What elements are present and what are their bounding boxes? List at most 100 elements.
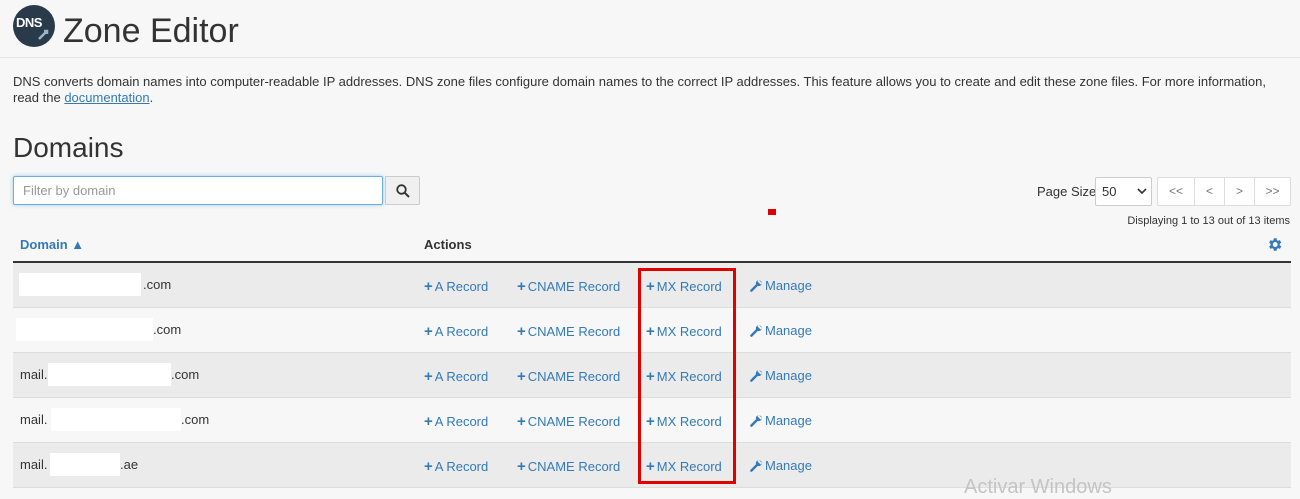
mx-record-label: MX Record bbox=[656, 459, 722, 474]
domain-suffix: .com bbox=[143, 277, 172, 292]
plus-icon: + bbox=[517, 278, 526, 295]
manage-label: Manage bbox=[765, 413, 812, 428]
add-a-record-link[interactable]: + A Record bbox=[424, 323, 488, 340]
redacted-domain bbox=[51, 408, 181, 431]
plus-icon: + bbox=[424, 368, 433, 385]
cname-record-label: CNAME Record bbox=[527, 369, 621, 384]
description-text: DNS converts domain names into computer-… bbox=[13, 74, 1266, 105]
add-cname-record-link[interactable]: + CNAME Record bbox=[517, 368, 620, 385]
redacted-domain bbox=[19, 273, 141, 296]
domain-suffix: .com bbox=[181, 412, 210, 427]
page-size-select[interactable]: 50 bbox=[1095, 177, 1152, 206]
plus-icon: + bbox=[517, 458, 526, 475]
plus-icon: + bbox=[424, 413, 433, 430]
manage-label: Manage bbox=[765, 278, 812, 293]
add-cname-record-link[interactable]: + CNAME Record bbox=[517, 323, 620, 340]
wrench-icon bbox=[750, 414, 763, 427]
table-row: mail. .com + A Record + CNAME Record + MX R… bbox=[13, 353, 1291, 398]
plus-icon: + bbox=[424, 458, 433, 475]
manage-link[interactable]: Manage bbox=[750, 458, 812, 473]
page-size-value: 50 bbox=[1102, 184, 1117, 199]
add-mx-record-link[interactable]: + MX Record bbox=[646, 413, 722, 430]
plus-icon: + bbox=[517, 413, 526, 430]
manage-label: Manage bbox=[765, 368, 812, 383]
domains-heading: Domains bbox=[13, 132, 124, 163]
a-record-label: A Record bbox=[434, 459, 489, 474]
domain-prefix: mail. bbox=[20, 367, 48, 382]
domain-prefix: mail. bbox=[20, 457, 48, 472]
red-marker bbox=[768, 209, 776, 215]
domain-prefix: mail. bbox=[20, 412, 48, 427]
wrench-icon bbox=[750, 279, 763, 292]
search-icon bbox=[396, 184, 410, 198]
a-record-label: A Record bbox=[434, 369, 489, 384]
add-a-record-link[interactable]: + A Record bbox=[424, 368, 488, 385]
chevron-down-icon bbox=[1137, 188, 1147, 195]
wrench-icon bbox=[750, 324, 763, 337]
page-header: DNS Zone Editor bbox=[0, 0, 1300, 58]
a-record-label: A Record bbox=[434, 414, 489, 429]
plus-icon: + bbox=[646, 368, 655, 385]
wrench-icon bbox=[750, 369, 763, 382]
wrench-icon bbox=[750, 459, 763, 472]
redacted-domain bbox=[50, 453, 120, 476]
a-record-label: A Record bbox=[434, 324, 489, 339]
page-description: DNS converts domain names into computer-… bbox=[13, 74, 1288, 106]
description-end: . bbox=[149, 90, 154, 105]
page-title: Zone Editor bbox=[63, 12, 239, 50]
table-row: .com + A Record + CNAME Record + MX Record … bbox=[13, 308, 1291, 353]
cname-record-label: CNAME Record bbox=[527, 279, 621, 294]
column-header-actions: Actions bbox=[424, 237, 472, 252]
plus-icon: + bbox=[646, 458, 655, 475]
redacted-domain bbox=[16, 318, 153, 341]
plus-icon: + bbox=[646, 413, 655, 430]
mx-record-label: MX Record bbox=[656, 324, 722, 339]
page-size-label: Page Size bbox=[1037, 184, 1097, 199]
domain-suffix: .com bbox=[153, 322, 182, 337]
mx-record-label: MX Record bbox=[656, 414, 722, 429]
a-record-label: A Record bbox=[434, 279, 489, 294]
manage-label: Manage bbox=[765, 323, 812, 338]
table-row: .com + A Record + CNAME Record + MX Record … bbox=[13, 263, 1291, 308]
mx-record-label: MX Record bbox=[656, 279, 722, 294]
add-mx-record-link[interactable]: + MX Record bbox=[646, 368, 722, 385]
add-mx-record-link[interactable]: + MX Record bbox=[646, 458, 722, 475]
first-page-button[interactable]: << bbox=[1157, 177, 1195, 206]
domain-suffix: .com bbox=[171, 367, 200, 382]
add-cname-record-link[interactable]: + CNAME Record bbox=[517, 458, 620, 475]
redacted-domain bbox=[48, 363, 171, 386]
add-mx-record-link[interactable]: + MX Record bbox=[646, 323, 722, 340]
column-header-domain[interactable]: Domain ▲ bbox=[20, 237, 84, 252]
plus-icon: + bbox=[646, 323, 655, 340]
mx-record-label: MX Record bbox=[656, 369, 722, 384]
plus-icon: + bbox=[646, 278, 655, 295]
add-a-record-link[interactable]: + A Record bbox=[424, 278, 488, 295]
manage-link[interactable]: Manage bbox=[750, 278, 812, 293]
cname-record-label: CNAME Record bbox=[527, 324, 621, 339]
search-button[interactable] bbox=[385, 176, 420, 205]
table-row: mail. .com + A Record + CNAME Record + MX R… bbox=[13, 398, 1291, 443]
add-cname-record-link[interactable]: + CNAME Record bbox=[517, 413, 620, 430]
add-cname-record-link[interactable]: + CNAME Record bbox=[517, 278, 620, 295]
next-page-button[interactable]: > bbox=[1224, 177, 1255, 206]
gear-icon[interactable] bbox=[1266, 236, 1283, 253]
plus-icon: + bbox=[424, 323, 433, 340]
manage-link[interactable]: Manage bbox=[750, 323, 812, 338]
plus-icon: + bbox=[424, 278, 433, 295]
add-mx-record-link[interactable]: + MX Record bbox=[646, 278, 722, 295]
prev-page-button[interactable]: < bbox=[1194, 177, 1225, 206]
domain-suffix: .ae bbox=[120, 457, 139, 472]
cname-record-label: CNAME Record bbox=[527, 459, 621, 474]
last-page-button[interactable]: >> bbox=[1254, 177, 1291, 206]
manage-link[interactable]: Manage bbox=[750, 413, 812, 428]
add-a-record-link[interactable]: + A Record bbox=[424, 413, 488, 430]
manage-link[interactable]: Manage bbox=[750, 368, 812, 383]
plus-icon: + bbox=[517, 368, 526, 385]
manage-label: Manage bbox=[765, 458, 812, 473]
add-a-record-link[interactable]: + A Record bbox=[424, 458, 488, 475]
documentation-link[interactable]: documentation bbox=[64, 90, 149, 105]
cname-record-label: CNAME Record bbox=[527, 414, 621, 429]
plus-icon: + bbox=[517, 323, 526, 340]
filter-domain-input[interactable] bbox=[13, 176, 383, 205]
displaying-count: Displaying 1 to 13 out of 13 items bbox=[1127, 215, 1290, 227]
